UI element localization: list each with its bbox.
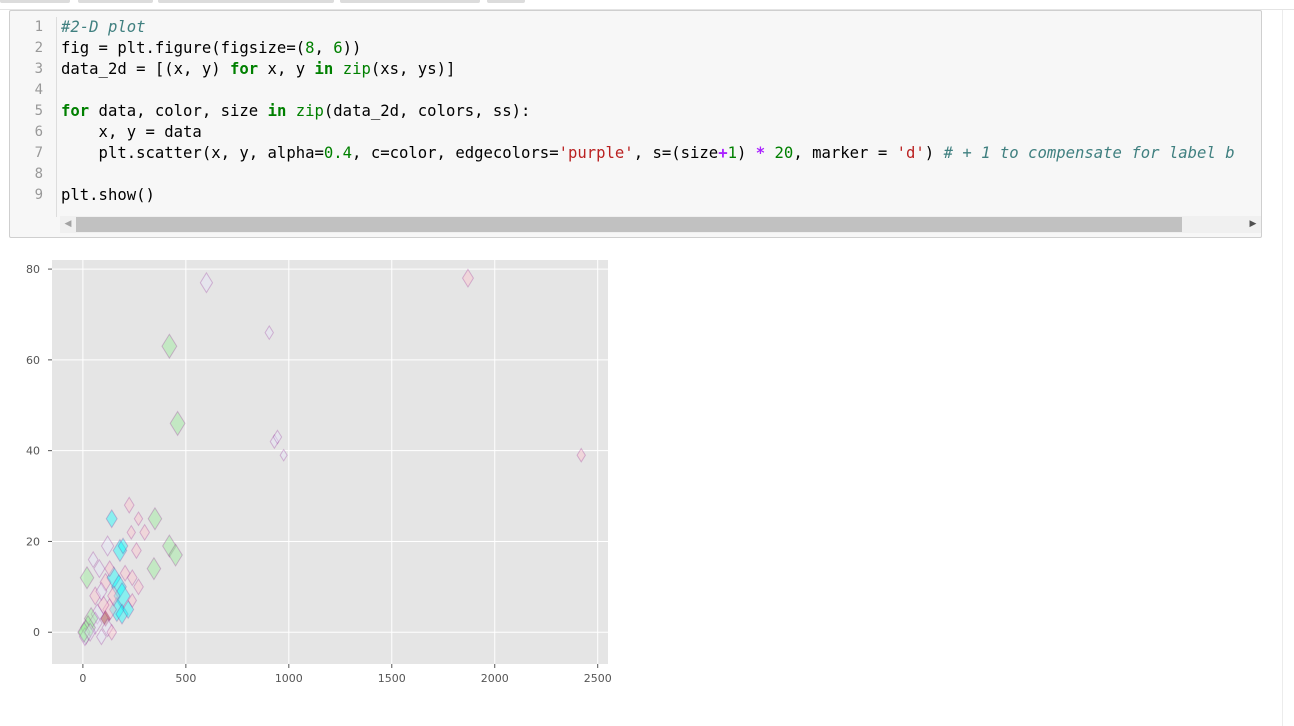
- toolbar-fragment: [0, 0, 70, 3]
- code-line: x, y = data: [61, 122, 1261, 143]
- line-number: 9: [34, 187, 43, 203]
- code-token: ,: [314, 39, 334, 57]
- code-token: ): [736, 144, 756, 162]
- code-token: , c=color, edgecolors=: [352, 144, 559, 162]
- code-token: *: [755, 144, 766, 162]
- code-token: # + 1 to compensate for label b: [943, 144, 1235, 162]
- line-number: 5: [34, 103, 43, 119]
- code-cell[interactable]: 1 2 3 4 5 6 7 8 9 #2-D plot fig = plt.figure(figs…: [9, 10, 1262, 238]
- code-line: fig = plt.figure(figsize=(8, 6)): [61, 38, 1261, 59]
- code-editor[interactable]: #2-D plot fig = plt.figure(figsize=(8, 6)…: [61, 17, 1261, 217]
- code-token: #2-D plot: [61, 18, 146, 36]
- line-number: 3: [34, 61, 43, 77]
- y-tick-label: 20: [26, 535, 40, 548]
- code-line: #2-D plot: [61, 17, 1261, 38]
- x-tick-label: 500: [175, 672, 196, 685]
- code-token: 20: [774, 144, 794, 162]
- toolbar-fragment: [158, 0, 334, 3]
- scrollbar-thumb[interactable]: [76, 217, 1182, 232]
- code-token: data, color, size: [89, 102, 268, 120]
- code-token: , s=(size: [633, 144, 719, 162]
- y-tick-label: 40: [26, 445, 40, 458]
- code-line: plt.scatter(x, y, alpha=0.4, c=color, ed…: [61, 143, 1261, 164]
- code-token: in: [267, 102, 287, 120]
- line-number-gutter: 1 2 3 4 5 6 7 8 9: [10, 11, 56, 217]
- line-number: 7: [34, 145, 43, 161]
- code-token: 8: [305, 39, 315, 57]
- plot-area: [52, 260, 608, 664]
- code-token: zip: [295, 102, 324, 120]
- code-token: +: [718, 144, 728, 162]
- code-token: for: [61, 102, 90, 120]
- line-number: 2: [34, 40, 43, 56]
- code-token: x, y = data: [61, 123, 202, 141]
- x-tick-label: 2500: [584, 672, 612, 685]
- page-right-divider: [1282, 10, 1283, 726]
- toolbar-fragment: [340, 0, 480, 3]
- cell-output: 0 500 1000 1500 2000 2500 0 20 40 60 80: [10, 250, 630, 700]
- line-number: 8: [34, 166, 43, 182]
- code-token: 6: [333, 39, 343, 57]
- y-tick-label: 80: [26, 263, 40, 276]
- scroll-left-icon[interactable]: ◀: [60, 216, 76, 233]
- y-tick-label: 0: [33, 626, 40, 639]
- code-token: ): [924, 144, 944, 162]
- code-token: fig = plt.figure(figsize=(: [61, 39, 306, 57]
- x-tick-label: 1500: [378, 672, 406, 685]
- code-token: plt.scatter(x, y, alpha=: [61, 144, 324, 162]
- y-tick-label: 60: [26, 354, 40, 367]
- scatter-plot: 0 500 1000 1500 2000 2500 0 20 40 60 80: [26, 260, 612, 685]
- code-token: 0.4: [323, 144, 353, 162]
- code-token: 'd': [896, 144, 925, 162]
- horizontal-scrollbar[interactable]: ◀ ▶: [60, 216, 1261, 233]
- code-token: for: [230, 60, 259, 78]
- code-token: x, y: [258, 60, 315, 78]
- code-line: for data, color, size in zip(data_2d, co…: [61, 101, 1261, 122]
- code-token: (xs, ys)]: [370, 60, 456, 78]
- toolbar-fragment: [78, 0, 153, 3]
- x-tick-label: 1000: [275, 672, 303, 685]
- code-line: plt.show(): [61, 185, 1261, 206]
- code-token: )): [342, 39, 362, 57]
- x-tick-label: 2000: [481, 672, 509, 685]
- code-token: 1: [727, 144, 737, 162]
- code-token: plt.show(): [61, 186, 155, 204]
- code-token: data_2d = [(x, y): [61, 60, 230, 78]
- line-number: 1: [34, 19, 43, 35]
- scroll-right-icon[interactable]: ▶: [1245, 216, 1261, 233]
- line-number: 4: [34, 82, 43, 98]
- code-line: data_2d = [(x, y) for x, y in zip(xs, ys…: [61, 59, 1261, 80]
- code-token: zip: [342, 60, 371, 78]
- code-token: 'purple': [558, 144, 634, 162]
- x-tick-label: 0: [79, 672, 86, 685]
- code-token: , marker =: [793, 144, 897, 162]
- code-token: in: [314, 60, 334, 78]
- line-number: 6: [34, 124, 43, 140]
- code-token: (data_2d, colors, ss):: [323, 102, 531, 120]
- gutter-divider: [56, 17, 57, 217]
- toolbar-fragment: [487, 0, 525, 3]
